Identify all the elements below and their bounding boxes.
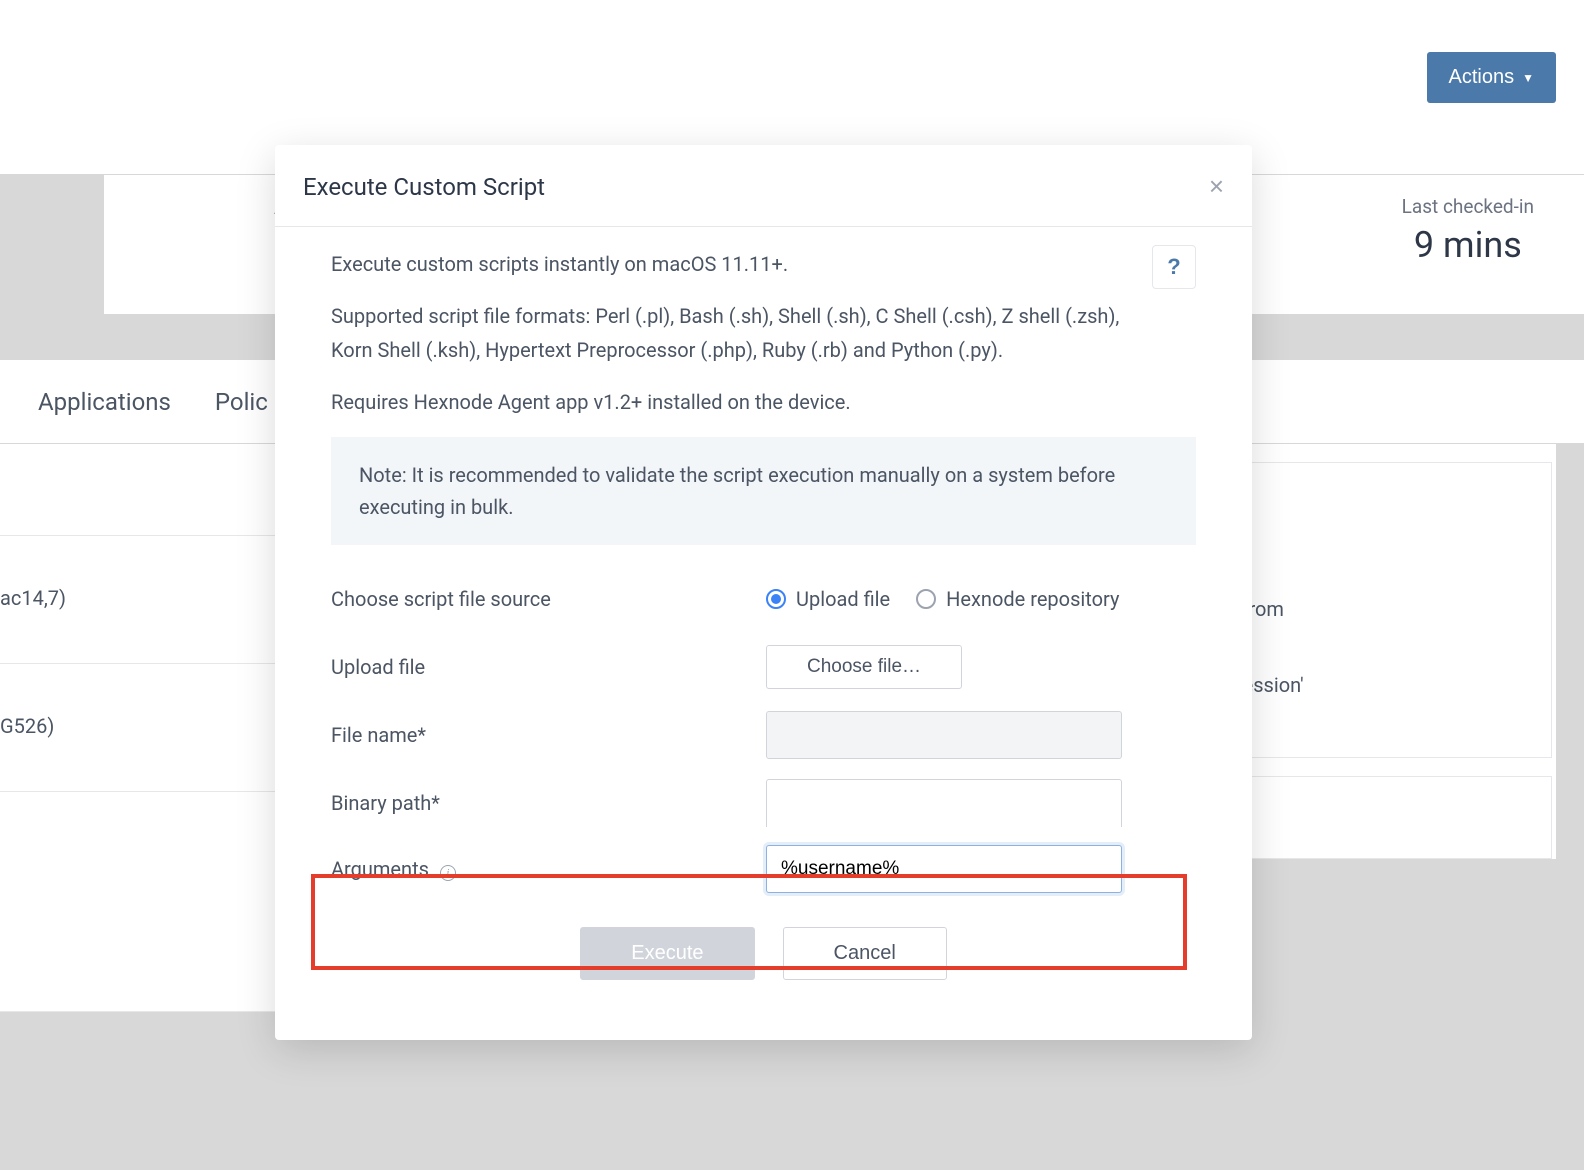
last-checked-label: Last checked-in bbox=[1402, 195, 1534, 218]
modal-desc2: Supported script file formats: Perl (.pl… bbox=[331, 299, 1141, 367]
modal-desc1: Execute custom scripts instantly on macO… bbox=[331, 247, 1141, 281]
form-row-source: Choose script file source Upload file He… bbox=[331, 575, 1196, 623]
choose-file-button[interactable]: Choose file… bbox=[766, 645, 962, 689]
binary-path-field[interactable] bbox=[766, 779, 1122, 827]
modal-desc3: Requires Hexnode Agent app v1.2+ install… bbox=[331, 385, 1141, 419]
info-icon[interactable]: i bbox=[440, 865, 456, 881]
modal-footer: Execute Cancel bbox=[331, 923, 1196, 1010]
arguments-field[interactable] bbox=[766, 845, 1122, 893]
label-file-name: File name* bbox=[331, 723, 766, 747]
radio-upload-file[interactable]: Upload file bbox=[766, 587, 890, 611]
tab-policies[interactable]: Polic bbox=[211, 364, 272, 440]
last-checked-in: Last checked-in 9 mins bbox=[1402, 195, 1534, 266]
radio-icon bbox=[766, 589, 786, 609]
help-icon[interactable]: ? bbox=[1152, 245, 1196, 289]
modal-body: ? Execute custom scripts instantly on ma… bbox=[275, 227, 1252, 1040]
last-checked-value: 9 mins bbox=[1402, 224, 1534, 266]
cancel-button[interactable]: Cancel bbox=[783, 927, 947, 980]
radio-hexnode-repo[interactable]: Hexnode repository bbox=[916, 587, 1119, 611]
caret-down-icon: ▼ bbox=[1522, 71, 1534, 85]
form-row-filename: File name* bbox=[331, 711, 1196, 759]
close-icon[interactable]: × bbox=[1209, 171, 1224, 202]
label-source: Choose script file source bbox=[331, 587, 766, 611]
radio-upload-label: Upload file bbox=[796, 587, 890, 611]
form-row-binary: Binary path* bbox=[331, 779, 1196, 827]
tab-applications[interactable]: Applications bbox=[34, 364, 175, 440]
form-row-arguments: Arguments i bbox=[331, 845, 1196, 893]
radio-repo-label: Hexnode repository bbox=[946, 587, 1119, 611]
label-arguments: Arguments i bbox=[331, 857, 766, 881]
file-name-field bbox=[766, 711, 1122, 759]
execute-script-modal: Execute Custom Script × ? Execute custom… bbox=[275, 145, 1252, 1040]
actions-button[interactable]: Actions ▼ bbox=[1427, 52, 1556, 103]
form-row-upload: Upload file Choose file… bbox=[331, 643, 1196, 691]
radio-icon bbox=[916, 589, 936, 609]
actions-label: Actions bbox=[1449, 66, 1515, 89]
modal-header: Execute Custom Script × bbox=[275, 145, 1252, 227]
label-upload-file: Upload file bbox=[331, 655, 766, 679]
execute-button[interactable]: Execute bbox=[580, 927, 754, 980]
modal-note: Note: It is recommended to validate the … bbox=[331, 437, 1196, 545]
label-binary-path: Binary path* bbox=[331, 791, 766, 815]
modal-title: Execute Custom Script bbox=[303, 173, 545, 201]
